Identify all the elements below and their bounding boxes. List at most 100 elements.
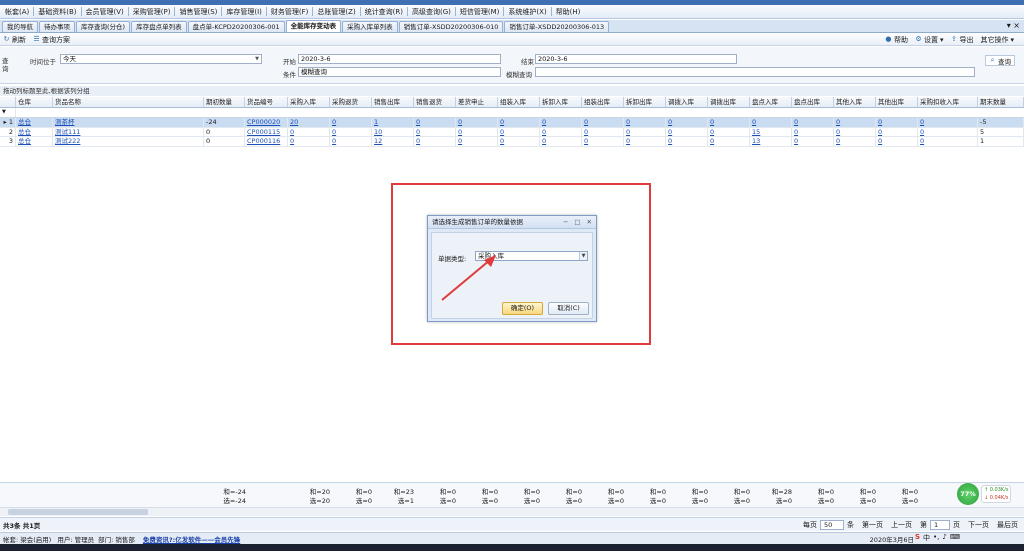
menu-item[interactable]: 短信管理(M) xyxy=(457,6,503,18)
table-cell[interactable]: 0 xyxy=(332,137,336,145)
punctuation-icon[interactable]: •, xyxy=(933,533,939,543)
menu-item[interactable]: 会员管理(V) xyxy=(83,6,127,18)
table-cell[interactable]: 0 xyxy=(542,118,546,126)
table-row[interactable]: 2 总仓 测试111 0 CP000115 0 0 10 0 0 0 0 0 0 0 0 15 0 0 0 0 5 xyxy=(0,127,1024,137)
document-tab[interactable]: 销售订单-XSDD20200306-013 xyxy=(504,21,610,32)
column-header[interactable]: 调拨出库 xyxy=(708,97,750,107)
column-header[interactable]: 仓库 xyxy=(16,97,53,107)
menu-item[interactable]: 总账管理(Z) xyxy=(314,6,358,18)
menu-item[interactable]: 销售管理(S) xyxy=(176,6,220,18)
column-header[interactable]: 其他出库 xyxy=(876,97,918,107)
ime-chinese-icon[interactable]: 中 xyxy=(923,533,930,543)
column-header[interactable]: 期初数量 xyxy=(204,97,245,107)
column-header[interactable]: 盘点入库 xyxy=(750,97,792,107)
table-cell[interactable]: 0 xyxy=(752,118,756,126)
table-cell[interactable]: 1 xyxy=(374,118,378,126)
table-cell[interactable]: 0 xyxy=(290,137,294,145)
time-select[interactable]: 今天 ▼ xyxy=(60,54,262,64)
next-page-button[interactable]: 下一页 xyxy=(968,520,989,530)
filter-icon[interactable]: ▼ xyxy=(0,108,16,117)
column-header[interactable]: 盘点出库 xyxy=(792,97,834,107)
table-row[interactable]: 3 总仓 测试222 0 CP000116 0 0 12 0 0 0 0 0 0 0 0 13 0 0 0 0 1 xyxy=(0,137,1024,147)
table-cell[interactable]: 15 xyxy=(752,128,760,136)
mic-icon[interactable]: ♪ xyxy=(942,533,946,543)
network-speed-widget[interactable]: 77% ↑ 0.03K/s ↓ 0.04K/s xyxy=(955,483,1024,505)
table-cell[interactable]: CP000020 xyxy=(247,118,280,126)
table-cell[interactable]: 0 xyxy=(710,118,714,126)
table-cell[interactable]: 测试222 xyxy=(55,137,80,145)
prev-page-button[interactable]: 上一页 xyxy=(891,520,912,530)
horizontal-scrollbar[interactable] xyxy=(0,507,1024,516)
promo-link[interactable]: 免费资讯?:亿发软件——会员先锋 xyxy=(143,534,240,544)
document-tab[interactable]: 我的导航 xyxy=(2,21,38,32)
column-header[interactable]: 期末数量 xyxy=(978,97,1024,107)
table-cell[interactable]: 0 xyxy=(794,137,798,145)
end-date-input[interactable]: 2020-3-6 xyxy=(535,54,737,64)
table-cell[interactable]: 0 xyxy=(458,118,462,126)
query-scheme-button[interactable]: ☰ 查询方案 xyxy=(33,35,70,45)
table-cell[interactable]: 0 xyxy=(416,118,420,126)
table-cell[interactable]: 13 xyxy=(752,137,760,145)
column-header[interactable]: 采购扣收入库 xyxy=(918,97,978,107)
column-header[interactable]: 其他入库 xyxy=(834,97,876,107)
search-button[interactable]: ⌕ 查询 xyxy=(985,55,1015,66)
table-cell[interactable]: CP000116 xyxy=(247,137,280,145)
start-date-input[interactable]: 2020-3-6 xyxy=(298,54,501,64)
column-header[interactable]: 组装入库 xyxy=(498,97,540,107)
column-header[interactable]: 采购退货 xyxy=(330,97,372,107)
table-cell[interactable]: 0 xyxy=(794,118,798,126)
menu-item[interactable]: 统计查询(R) xyxy=(362,6,406,18)
column-header[interactable]: 货品名称 xyxy=(53,97,204,107)
ime-icon[interactable]: S xyxy=(915,533,920,543)
column-header[interactable]: 调拨入库 xyxy=(666,97,708,107)
table-cell[interactable]: 0 xyxy=(290,128,294,136)
table-cell[interactable]: 0 xyxy=(878,118,882,126)
table-cell[interactable]: 总仓 xyxy=(18,118,31,126)
table-cell[interactable]: 0 xyxy=(626,128,630,136)
table-cell[interactable]: 0 xyxy=(668,137,672,145)
menu-item[interactable]: 采购管理(P) xyxy=(130,6,174,18)
grid-header-row[interactable]: 仓库 货品名称 期初数量 货品编号 采购入库 采购退货 销售出库 销售退货 差货申止 组装入库 拆卸… xyxy=(0,97,1024,108)
chevron-down-icon[interactable]: ▼ xyxy=(253,55,261,63)
column-header[interactable]: 货品编号 xyxy=(245,97,288,107)
table-cell[interactable]: 0 xyxy=(920,128,924,136)
document-tab[interactable]: 库存盘点单列表 xyxy=(131,21,187,32)
document-tab[interactable]: 待办事项 xyxy=(39,21,75,32)
table-cell[interactable]: 0 xyxy=(332,118,336,126)
table-cell[interactable]: 0 xyxy=(542,128,546,136)
table-cell[interactable]: 测试111 xyxy=(55,128,80,136)
table-cell[interactable]: 0 xyxy=(836,137,840,145)
keyboard-icon[interactable]: ⌨ xyxy=(950,533,960,543)
table-cell[interactable]: 10 xyxy=(374,128,382,136)
menu-item[interactable]: 财务管理(F) xyxy=(268,6,312,18)
document-tab[interactable]: 销售订单-XSDD20200306-010 xyxy=(398,21,504,32)
table-cell[interactable]: 总仓 xyxy=(18,137,31,145)
table-cell[interactable]: 0 xyxy=(836,128,840,136)
document-tab[interactable]: 盘点单-KCPD20200306-001 xyxy=(187,21,285,32)
menu-item[interactable]: 系统维护(X) xyxy=(505,6,549,18)
scroll-thumb[interactable] xyxy=(8,509,148,515)
table-cell[interactable]: 0 xyxy=(500,137,504,145)
document-tab[interactable]: 全能库存变动表 xyxy=(285,20,342,32)
column-header[interactable] xyxy=(0,97,16,107)
column-header[interactable]: 拆卸出库 xyxy=(624,97,666,107)
table-cell[interactable]: 0 xyxy=(500,128,504,136)
settings-button[interactable]: ⚙ 设置 ▾ xyxy=(915,35,943,45)
table-cell[interactable]: 0 xyxy=(878,128,882,136)
page-number-input[interactable]: 1 xyxy=(930,519,950,530)
table-cell[interactable]: 12 xyxy=(374,137,382,145)
table-cell[interactable]: CP000115 xyxy=(247,128,280,136)
table-cell[interactable]: 0 xyxy=(710,137,714,145)
first-page-button[interactable]: 第一页 xyxy=(862,520,883,530)
table-cell[interactable]: 0 xyxy=(920,118,924,126)
table-cell[interactable]: 0 xyxy=(668,118,672,126)
table-cell[interactable]: 0 xyxy=(710,128,714,136)
table-cell[interactable]: 0 xyxy=(878,137,882,145)
table-cell[interactable]: 0 xyxy=(458,128,462,136)
close-tab-icon[interactable]: ▾ × xyxy=(1007,21,1020,30)
last-page-button[interactable]: 最后页 xyxy=(997,520,1018,530)
table-cell[interactable]: 0 xyxy=(626,137,630,145)
document-tab[interactable]: 库存查询(分仓) xyxy=(76,21,131,32)
table-cell[interactable]: 0 xyxy=(332,128,336,136)
table-cell[interactable]: 0 xyxy=(794,128,798,136)
